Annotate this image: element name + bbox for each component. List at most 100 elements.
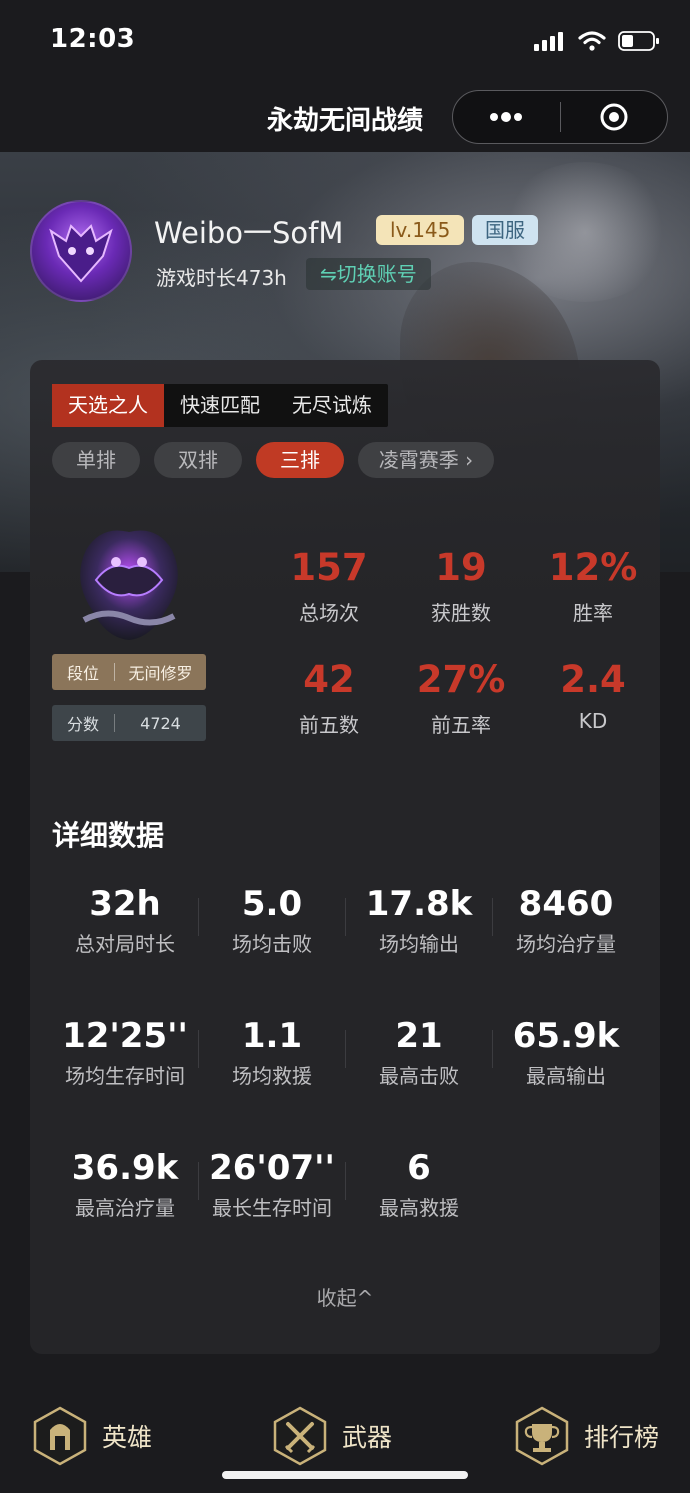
avatar[interactable] bbox=[30, 200, 132, 302]
stat-label: KD bbox=[578, 709, 608, 733]
detail-value: 32h bbox=[89, 884, 161, 924]
detail-label: 最高救援 bbox=[379, 1196, 459, 1220]
detail-value: 5.0 bbox=[241, 884, 303, 924]
nav-leaderboard-label: 排行榜 bbox=[584, 1423, 660, 1452]
detail-label: 场均击败 bbox=[232, 932, 312, 956]
queue-tabs: 单排 双排 三排 凌霄赛季 › bbox=[52, 442, 494, 478]
detail-label: 场均治疗量 bbox=[516, 932, 616, 956]
stat-label: 总场次 bbox=[299, 601, 359, 625]
detail-value: 26'07'' bbox=[209, 1148, 335, 1188]
detail-value: 12'25'' bbox=[62, 1016, 188, 1056]
score-value: 4724 bbox=[140, 713, 181, 733]
tab-trio[interactable]: 三排 bbox=[256, 442, 344, 478]
stat-label: 前五率 bbox=[431, 713, 491, 737]
summary-stat: 157 总场次 bbox=[264, 546, 394, 626]
divider bbox=[198, 1030, 199, 1068]
nav-weapons-label: 武器 bbox=[342, 1423, 393, 1452]
detail-stat: 1.1 场均救援 bbox=[199, 1016, 345, 1089]
tier-value: 无间修罗 bbox=[128, 664, 193, 683]
detail-value: 17.8k bbox=[365, 884, 473, 924]
detail-value: 1.1 bbox=[241, 1016, 303, 1056]
detail-value: 36.9k bbox=[71, 1148, 179, 1188]
summary-stat: 42 前五数 bbox=[264, 658, 394, 738]
tab-endless-trial[interactable]: 无尽试炼 bbox=[276, 384, 388, 427]
demon-mask-icon bbox=[49, 224, 113, 283]
nav-weapons[interactable]: 武器 bbox=[272, 1406, 392, 1466]
stat-value: 42 bbox=[303, 658, 355, 701]
rank-emblem bbox=[66, 520, 192, 646]
battery-icon bbox=[618, 31, 659, 51]
server-badge: 国服 bbox=[472, 215, 538, 245]
stat-label: 前五数 bbox=[299, 713, 359, 737]
tier-box: 段位 无间修罗 bbox=[52, 654, 206, 690]
collapse-button[interactable]: 收起^ bbox=[30, 1282, 660, 1311]
summary-stat: 27% 前五率 bbox=[396, 658, 526, 738]
stat-label: 获胜数 bbox=[431, 601, 491, 625]
stat-value: 19 bbox=[435, 546, 487, 589]
playtime-text: 游戏时长473h bbox=[156, 266, 287, 290]
tab-quick-match[interactable]: 快速匹配 bbox=[164, 384, 276, 427]
detail-label: 场均生存时间 bbox=[65, 1064, 185, 1088]
stat-value: 27% bbox=[416, 658, 506, 701]
nav-heroes[interactable]: 英雄 bbox=[32, 1406, 152, 1466]
tab-solo[interactable]: 单排 bbox=[52, 442, 140, 478]
stat-label: 胜率 bbox=[573, 601, 613, 625]
status-time: 12:03 bbox=[50, 24, 136, 54]
detail-value: 8460 bbox=[518, 884, 614, 924]
detail-value: 65.9k bbox=[512, 1016, 620, 1056]
nav-heroes-label: 英雄 bbox=[102, 1423, 153, 1452]
switch-account-button[interactable]: ⇋切换账号 bbox=[306, 258, 431, 290]
season-selector[interactable]: 凌霄赛季 › bbox=[358, 442, 494, 478]
tab-duo[interactable]: 双排 bbox=[154, 442, 242, 478]
detail-stat: 12'25'' 场均生存时间 bbox=[52, 1016, 198, 1089]
detail-label: 场均救援 bbox=[232, 1064, 312, 1088]
score-label: 分数 bbox=[66, 715, 99, 734]
summary-stat: 19 获胜数 bbox=[396, 546, 526, 626]
more-dots-icon bbox=[490, 112, 523, 122]
tab-chosen-one[interactable]: 天选之人 bbox=[52, 384, 164, 427]
hero-helmet-icon bbox=[33, 1406, 87, 1466]
close-button[interactable] bbox=[561, 91, 668, 143]
section-title: 详细数据 bbox=[52, 819, 165, 852]
stat-value: 157 bbox=[290, 546, 368, 589]
level-badge: lv.145 bbox=[376, 215, 465, 245]
detail-label: 总对局时长 bbox=[75, 932, 175, 956]
divider bbox=[492, 1030, 493, 1068]
detail-stat: 26'07'' 最长生存时间 bbox=[199, 1148, 345, 1221]
home-indicator bbox=[222, 1471, 468, 1479]
more-button[interactable] bbox=[453, 91, 560, 143]
detail-value: 21 bbox=[395, 1016, 443, 1056]
detail-label: 最高击败 bbox=[379, 1064, 459, 1088]
detail-stat: 8460 场均治疗量 bbox=[493, 884, 639, 957]
dragon-rank-icon bbox=[80, 530, 178, 640]
wifi-icon bbox=[578, 31, 606, 51]
detail-label: 最长生存时间 bbox=[212, 1196, 332, 1220]
divider bbox=[345, 1030, 346, 1068]
detail-stat: 5.0 场均击败 bbox=[199, 884, 345, 957]
crossed-swords-icon bbox=[273, 1406, 327, 1466]
cellular-signal-icon bbox=[534, 32, 563, 51]
detail-label: 最高输出 bbox=[526, 1064, 606, 1088]
detail-stat: 32h 总对局时长 bbox=[52, 884, 198, 957]
detail-stat: 65.9k 最高输出 bbox=[493, 1016, 639, 1089]
divider bbox=[198, 1162, 199, 1200]
stat-value: 2.4 bbox=[560, 658, 626, 701]
score-box: 分数 4724 bbox=[52, 705, 206, 741]
detail-label: 最高治疗量 bbox=[75, 1196, 175, 1220]
detail-stat: 17.8k 场均输出 bbox=[346, 884, 492, 957]
divider bbox=[345, 898, 346, 936]
stat-value: 12% bbox=[548, 546, 638, 589]
summary-stat: 12% 胜率 bbox=[528, 546, 658, 626]
username: Weibo一SofM bbox=[154, 216, 344, 250]
detail-label: 场均输出 bbox=[379, 932, 459, 956]
nav-leaderboard[interactable]: 排行榜 bbox=[514, 1406, 659, 1466]
divider bbox=[492, 898, 493, 936]
detail-stat: 36.9k 最高治疗量 bbox=[52, 1148, 198, 1221]
trophy-icon bbox=[515, 1406, 569, 1466]
summary-stat: 2.4 KD bbox=[528, 658, 658, 733]
status-bar: 12:03 bbox=[0, 0, 690, 84]
mini-program-capsule bbox=[452, 90, 668, 144]
mode-tabs: 天选之人 快速匹配 无尽试炼 bbox=[52, 384, 388, 427]
detail-stat: 21 最高击败 bbox=[346, 1016, 492, 1089]
divider bbox=[198, 898, 199, 936]
